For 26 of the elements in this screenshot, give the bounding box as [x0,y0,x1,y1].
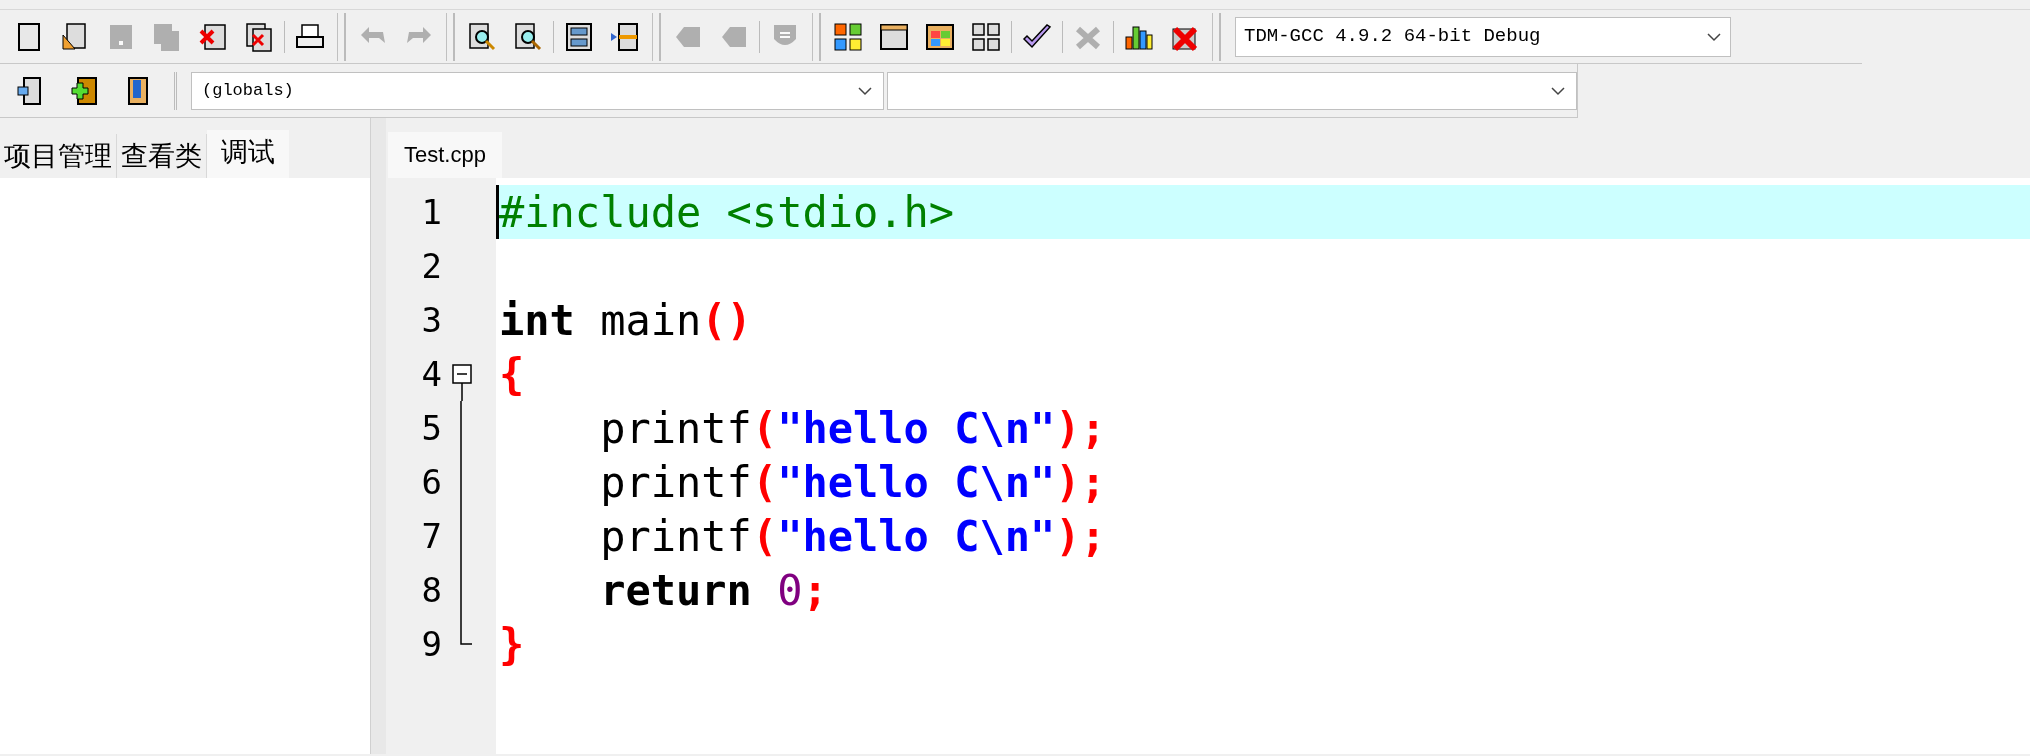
line-number: 8 [420,568,442,612]
compiler-select[interactable]: TDM-GCC 4.9.2 64-bit Debug [1235,16,1731,57]
line-number: 7 [420,514,442,558]
line-number: 2 [420,244,442,288]
color-grid-icon[interactable] [832,20,864,53]
grid-icon[interactable] [970,20,1002,53]
search-icon[interactable] [466,20,498,53]
dropdown-caret-icon [1706,31,1722,42]
line-number: 4 [420,352,442,396]
stacked-panels-icon[interactable] [563,20,595,53]
search-replace-icon[interactable] [512,20,544,53]
pointer-bar-icon[interactable] [609,20,641,53]
scope-select[interactable]: (globals) [191,71,885,110]
line-number: 9 [420,622,442,666]
file-tab[interactable]: Test.cpp [388,132,502,178]
line-number: 3 [420,298,442,342]
panel-tab[interactable]: 调试 [207,130,289,178]
close-all-icon[interactable] [243,20,275,53]
fold-collapse-icon[interactable] [452,364,472,401]
dropdown-caret-icon [1550,85,1566,96]
dropdown-caret-icon [857,85,874,96]
line-number: 1 [420,190,442,234]
fold-end-line [460,617,472,645]
line-number: 5 [420,406,442,450]
add-icon[interactable] [68,74,100,107]
line-number: 6 [420,460,442,504]
